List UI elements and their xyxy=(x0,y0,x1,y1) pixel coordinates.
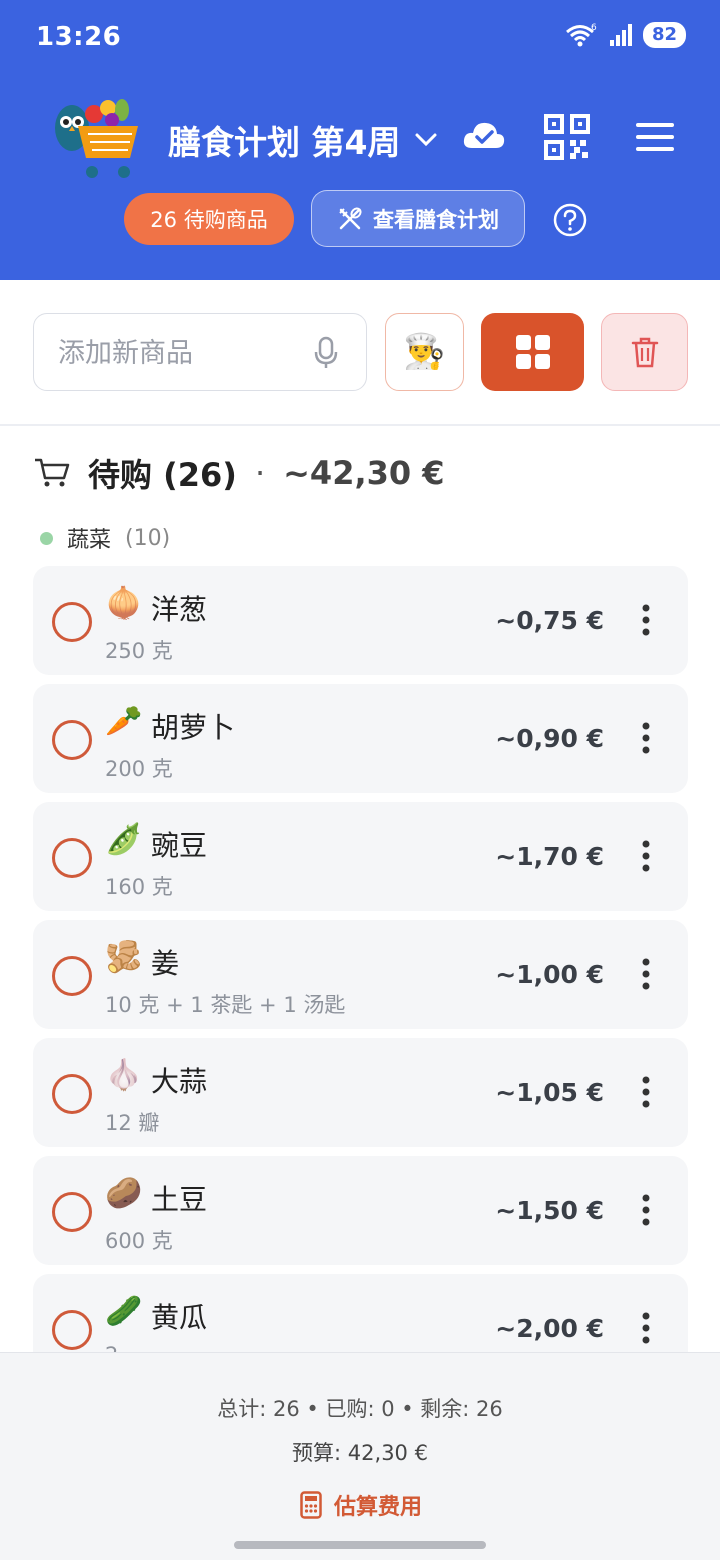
item-name: 黄瓜 xyxy=(151,1301,208,1334)
item-checkbox[interactable] xyxy=(52,1310,92,1350)
list-item[interactable]: 🧄 大蒜 12 瓣 ~1,05 € xyxy=(33,1038,688,1147)
delete-button[interactable] xyxy=(601,313,688,391)
item-quantity: 12 瓣 xyxy=(105,1111,160,1135)
shopping-list: 🧅 洋葱 250 克 ~0,75 € 🥕 胡萝卜 200 克 ~0,90 € 🫛… xyxy=(33,566,688,1352)
pending-items-badge[interactable]: 26 待购商品 xyxy=(124,193,294,245)
item-checkbox[interactable] xyxy=(52,956,92,996)
cucumber-icon: 🥒 xyxy=(105,1294,143,1329)
item-name: 大蒜 xyxy=(151,1065,208,1098)
item-name: 豌豆 xyxy=(151,829,208,862)
battery-indicator: 82 xyxy=(642,22,686,48)
wifi-badge: 6 xyxy=(591,23,597,33)
item-quantity: 600 克 xyxy=(105,1229,173,1253)
item-quantity: 2 xyxy=(105,1343,118,1352)
list-item[interactable]: 🥔 土豆 600 克 ~1,50 € xyxy=(33,1156,688,1265)
cart-icon xyxy=(35,458,70,487)
item-price: ~1,50 € xyxy=(495,1196,604,1225)
item-quantity: 160 克 xyxy=(105,875,173,899)
item-checkbox[interactable] xyxy=(52,1074,92,1114)
chevron-down-icon xyxy=(415,133,437,147)
estimate-cost-label: 估算费用 xyxy=(334,1495,423,1520)
item-price: ~0,75 € xyxy=(495,606,604,635)
status-bar: 13:26 6 82 xyxy=(0,0,720,72)
ginger-icon: 🫚 xyxy=(105,940,143,975)
item-checkbox[interactable] xyxy=(52,602,92,642)
grid-view-button[interactable] xyxy=(481,313,584,391)
item-checkbox[interactable] xyxy=(52,720,92,760)
section-title: 待购 (26) xyxy=(88,456,237,494)
trash-icon xyxy=(631,337,658,368)
category-header: 蔬菜 (10) xyxy=(40,522,170,554)
more-options-icon[interactable] xyxy=(642,1312,650,1344)
list-item[interactable]: 🫛 豌豆 160 克 ~1,70 € xyxy=(33,802,688,911)
signal-icon xyxy=(609,24,632,46)
view-meal-plan-label: 查看膳食计划 xyxy=(373,207,499,232)
more-options-icon[interactable] xyxy=(642,1076,650,1108)
list-item[interactable]: 🥕 胡萝卜 200 克 ~0,90 € xyxy=(33,684,688,793)
list-item[interactable]: 🫚 姜 10 克 + 1 茶匙 + 1 汤匙 ~1,00 € xyxy=(33,920,688,1029)
list-item[interactable]: 🧅 洋葱 250 克 ~0,75 € xyxy=(33,566,688,675)
item-quantity: 200 克 xyxy=(105,757,173,781)
item-quantity: 250 克 xyxy=(105,639,173,663)
item-checkbox[interactable] xyxy=(52,838,92,878)
section-separator: · xyxy=(254,454,266,492)
section-total: ~42,30 € xyxy=(283,454,445,492)
wifi-icon: 6 xyxy=(565,23,597,47)
more-options-icon[interactable] xyxy=(642,840,650,872)
list-item[interactable]: 🥒 黄瓜 2 ~2,00 € xyxy=(33,1274,688,1352)
plan-title: 膳食计划 第4周 xyxy=(168,123,401,162)
more-options-icon[interactable] xyxy=(642,604,650,636)
home-indicator[interactable] xyxy=(234,1541,486,1549)
qr-code-icon[interactable] xyxy=(544,114,590,160)
item-name: 胡萝卜 xyxy=(151,711,236,744)
calculator-icon xyxy=(300,1491,322,1519)
status-icons: 6 82 xyxy=(565,22,686,48)
add-item-input[interactable] xyxy=(58,334,308,372)
item-price: ~2,00 € xyxy=(495,1314,604,1343)
app-header: 13:26 6 82 膳食计划 第4周 26 待购商品 查看膳食计划 xyxy=(0,0,720,280)
summary-footer: 总计: 26 • 已购: 0 • 剩余: 26 预算: 42,30 € 估算费用 xyxy=(0,1352,720,1560)
item-price: ~1,70 € xyxy=(495,842,604,871)
plan-week-selector[interactable]: 膳食计划 第4周 xyxy=(168,116,438,164)
more-options-icon[interactable] xyxy=(642,1194,650,1226)
microphone-icon[interactable] xyxy=(314,336,338,370)
garlic-icon: 🧄 xyxy=(105,1058,143,1093)
cloud-sync-icon[interactable] xyxy=(462,118,506,154)
item-name: 洋葱 xyxy=(151,593,208,626)
onion-icon: 🧅 xyxy=(105,586,143,621)
category-name: 蔬菜 xyxy=(67,528,112,553)
app-logo-icon xyxy=(55,99,138,178)
item-checkbox[interactable] xyxy=(52,1192,92,1232)
toolbar: 👨‍🍳 xyxy=(0,280,720,426)
view-meal-plan-button[interactable]: 查看膳食计划 xyxy=(311,190,525,247)
more-options-icon[interactable] xyxy=(642,722,650,754)
potato-icon: 🥔 xyxy=(105,1176,143,1211)
item-name: 土豆 xyxy=(151,1183,208,1216)
status-time: 13:26 xyxy=(36,22,122,52)
item-quantity: 10 克 + 1 茶匙 + 1 汤匙 xyxy=(105,993,346,1017)
category-count: (10) xyxy=(125,525,171,551)
utensils-icon xyxy=(339,206,362,229)
item-price: ~0,90 € xyxy=(495,724,604,753)
item-name: 姜 xyxy=(151,947,180,980)
item-price: ~1,00 € xyxy=(495,960,604,989)
hamburger-menu-icon[interactable] xyxy=(636,122,674,152)
add-item-field[interactable] xyxy=(33,313,367,391)
more-options-icon[interactable] xyxy=(642,958,650,990)
section-header: 待购 (26) · ~42,30 € xyxy=(34,450,445,496)
grid-icon xyxy=(515,335,550,369)
estimate-cost-button[interactable]: 估算费用 xyxy=(300,1489,422,1521)
budget-total: 预算: 42,30 € xyxy=(292,1441,428,1465)
chef-button[interactable]: 👨‍🍳 xyxy=(385,313,464,391)
carrot-icon: 🥕 xyxy=(105,704,143,739)
summary-stats: 总计: 26 • 已购: 0 • 剩余: 26 xyxy=(217,1397,503,1421)
chef-icon: 👨‍🍳 xyxy=(403,332,446,372)
item-price: ~1,05 € xyxy=(495,1078,604,1107)
help-icon[interactable] xyxy=(553,203,587,237)
category-dot xyxy=(40,531,53,545)
pea-pod-icon: 🫛 xyxy=(105,822,143,857)
